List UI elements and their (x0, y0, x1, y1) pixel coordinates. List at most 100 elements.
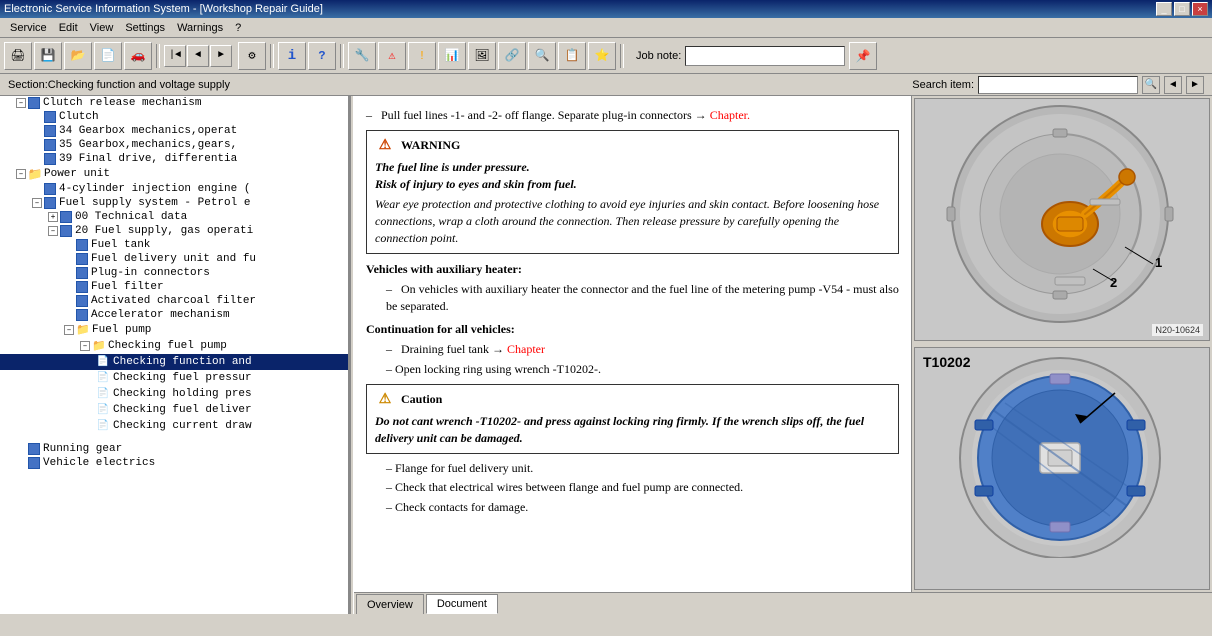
nav-arrows: |◄ ◄ ► (164, 45, 232, 67)
final-line-2: – Check that electrical wires between fl… (386, 479, 899, 496)
print-button[interactable]: 🖨 (4, 42, 32, 70)
expand-icon[interactable]: – (80, 341, 90, 351)
maximize-button[interactable]: □ (1174, 2, 1190, 16)
tree-label: Activated charcoal filter (91, 295, 256, 307)
warn-btn[interactable]: ⚠ (378, 42, 406, 70)
cube-icon (76, 239, 88, 251)
minimize-button[interactable]: _ (1156, 2, 1172, 16)
tree-item-checking-fuel-pump[interactable]: – 📁 Checking fuel pump (0, 338, 348, 354)
search-label: Search item: (912, 79, 974, 91)
job-note-btn[interactable]: 📌 (849, 42, 877, 70)
search-input[interactable] (978, 76, 1138, 94)
chapter-link-1[interactable]: Chapter. (710, 108, 750, 122)
tool-btn2[interactable]: 🔍 (528, 42, 556, 70)
image-2: T10202 (914, 347, 1210, 590)
cube-icon (44, 111, 56, 123)
tree-item-20[interactable]: – 20 Fuel supply, gas operati (0, 224, 348, 238)
tree-label: Checking fuel pump (108, 340, 227, 352)
tree-item-00[interactable]: + 00 Technical data (0, 210, 348, 224)
warning-header: ⚠ WARNING (375, 137, 890, 155)
save-button[interactable]: 💾 (34, 42, 62, 70)
tree-item-39[interactable]: 39 Final drive, differentia (0, 152, 348, 166)
nav-prev[interactable]: ◄ (187, 45, 209, 67)
search-btn-1[interactable]: 🔍 (1142, 76, 1160, 94)
cube-icon (76, 267, 88, 279)
tool-btn1[interactable]: ⚙ (238, 42, 266, 70)
tree-item-fuel-supply[interactable]: – Fuel supply system - Petrol e (0, 196, 348, 210)
tree-item-clutch[interactable]: Clutch (0, 110, 348, 124)
tool-btn4[interactable]: ⭐ (588, 42, 616, 70)
expand-icon[interactable]: – (48, 226, 58, 236)
tree-label: Running gear (43, 443, 122, 455)
tree-item-running-gear[interactable]: Running gear (0, 442, 348, 456)
tree-label: Fuel tank (91, 239, 150, 251)
settings-btn[interactable]: 🔧 (348, 42, 376, 70)
tree-item-4cyl[interactable]: 4-cylinder injection engine ( (0, 182, 348, 196)
info-button[interactable]: i (278, 42, 306, 70)
expand-icon[interactable]: – (16, 169, 26, 179)
tree-label: Checking function and (113, 356, 252, 368)
sep1 (156, 44, 160, 68)
tree-item-checking-deliver[interactable]: 📄 Checking fuel deliver (0, 402, 348, 418)
tree-label: Fuel supply system - Petrol e (59, 197, 250, 209)
tree-label: Clutch release mechanism (43, 97, 201, 109)
menu-help[interactable]: ? (229, 20, 247, 36)
tree-item-35[interactable]: 35 Gearbox,mechanics,gears, (0, 138, 348, 152)
chapter-link-2[interactable]: Chapter (507, 342, 545, 356)
tree-label: Checking holding pres (113, 388, 252, 400)
tab-overview[interactable]: Overview (356, 594, 424, 614)
tree-item-fuel-filter[interactable]: Fuel filter (0, 280, 348, 294)
tree-item-checking-holding[interactable]: 📄 Checking holding pres (0, 386, 348, 402)
menu-view[interactable]: View (84, 20, 120, 36)
open-button[interactable]: 📂 (64, 42, 92, 70)
job-note-input[interactable] (685, 46, 845, 66)
excl-btn[interactable]: ! (408, 42, 436, 70)
cube-icon (44, 153, 56, 165)
tree-item-fuel-pump[interactable]: – 📁 Fuel pump (0, 322, 348, 338)
expand-icon[interactable]: – (64, 325, 74, 335)
menu-settings[interactable]: Settings (119, 20, 171, 36)
close-button[interactable]: × (1192, 2, 1208, 16)
tree-item-fuel-tank[interactable]: Fuel tank (0, 238, 348, 252)
section-header: Section:Checking function and voltage su… (0, 74, 1212, 96)
tree-item-clutch-release[interactable]: – Clutch release mechanism (0, 96, 348, 110)
cube-icon (76, 309, 88, 321)
tree-item-activated-charcoal[interactable]: Activated charcoal filter (0, 294, 348, 308)
tree-item-power-unit[interactable]: – 📁 Power unit (0, 166, 348, 182)
tree-item-plug-in[interactable]: Plug-in connectors (0, 266, 348, 280)
tree-item-checking-function[interactable]: 📄 Checking function and (0, 354, 348, 370)
tree-label: Plug-in connectors (91, 267, 210, 279)
menu-warnings[interactable]: Warnings (171, 20, 229, 36)
doc-icon: 📄 (96, 387, 110, 401)
cube-icon (76, 295, 88, 307)
warning-line-3: Wear eye protection and protective cloth… (375, 196, 890, 246)
doc-line-1: – Pull fuel lines -1- and -2- off flange… (366, 107, 899, 124)
expand-icon[interactable]: – (32, 198, 42, 208)
img-btn[interactable]: 🖼 (468, 42, 496, 70)
tree-item-accelerator[interactable]: Accelerator mechanism (0, 308, 348, 322)
job-note-area: Job note: 📌 (636, 42, 877, 70)
tree-item-34[interactable]: 34 Gearbox mechanics,operat (0, 124, 348, 138)
fuel-tank-svg-1: 1 2 (915, 99, 1205, 329)
menu-service[interactable]: Service (4, 20, 53, 36)
cube-icon (44, 139, 56, 151)
car-button[interactable]: 🚗 (124, 42, 152, 70)
menu-edit[interactable]: Edit (53, 20, 84, 36)
nav-next[interactable]: ► (210, 45, 232, 67)
search-btn-2[interactable]: ◄ (1164, 76, 1182, 94)
tree-item-vehicle-electrics[interactable]: Vehicle electrics (0, 456, 348, 470)
search-btn-3[interactable]: ► (1186, 76, 1204, 94)
tree-item-checking-current[interactable]: 📄 Checking current draw (0, 418, 348, 434)
tool-btn3[interactable]: 📋 (558, 42, 586, 70)
expand-icon[interactable]: + (48, 212, 58, 222)
nav-first[interactable]: |◄ (164, 45, 186, 67)
link-btn[interactable]: 🔗 (498, 42, 526, 70)
help-button[interactable]: ? (308, 42, 336, 70)
tab-document[interactable]: Document (426, 594, 498, 614)
cube-icon (28, 443, 40, 455)
tree-item-checking-pressure[interactable]: 📄 Checking fuel pressur (0, 370, 348, 386)
page-button[interactable]: 📄 (94, 42, 122, 70)
tree-item-fuel-delivery[interactable]: Fuel delivery unit and fu (0, 252, 348, 266)
chart-btn[interactable]: 📊 (438, 42, 466, 70)
expand-icon[interactable]: – (16, 98, 26, 108)
